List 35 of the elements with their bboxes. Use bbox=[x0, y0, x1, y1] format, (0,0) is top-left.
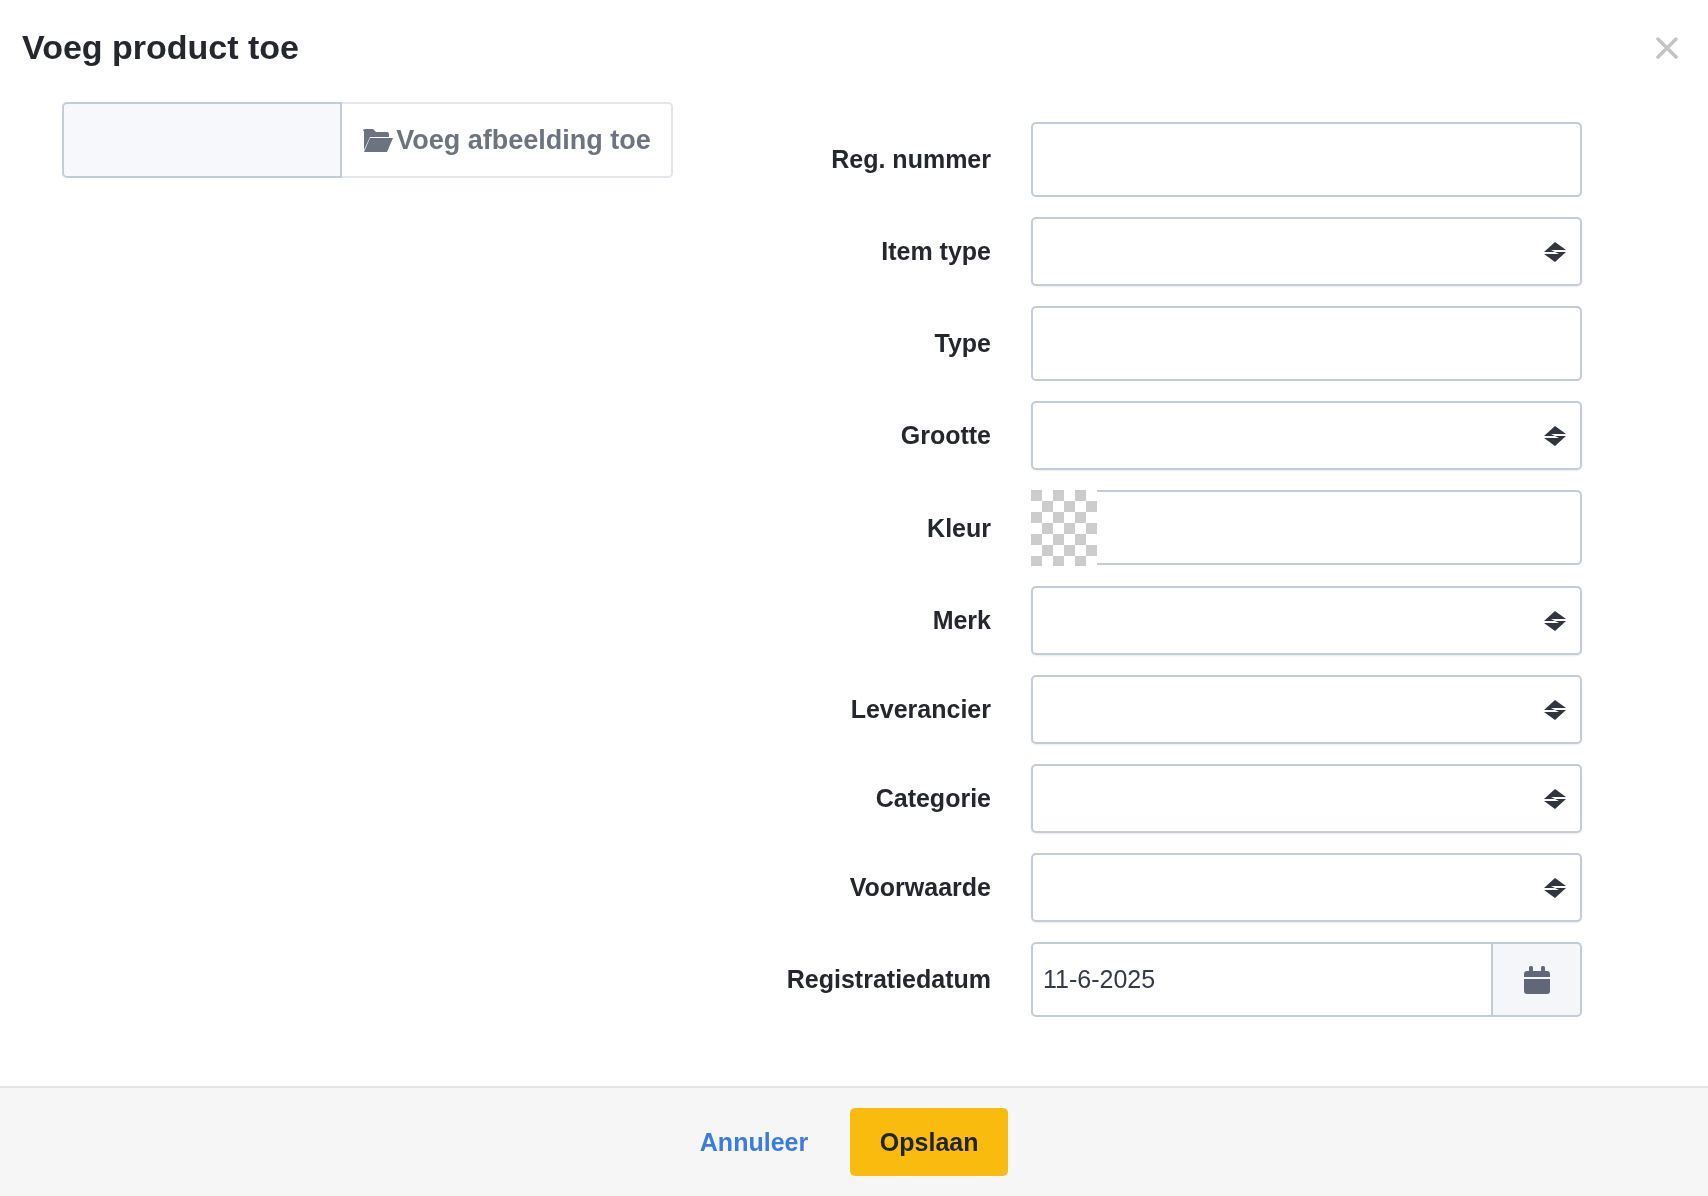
text-field[interactable] bbox=[1031, 122, 1582, 197]
field-label: Voorwaarde bbox=[848, 873, 992, 902]
sort-icon bbox=[1544, 699, 1566, 720]
save-button[interactable]: Opslaan bbox=[850, 1108, 1009, 1176]
text-field[interactable] bbox=[1031, 306, 1582, 381]
sort-icon bbox=[1544, 877, 1566, 898]
color-swatch[interactable] bbox=[1031, 490, 1097, 566]
folder-icon bbox=[362, 127, 395, 153]
add-image-button[interactable]: Voeg afbeelding toe bbox=[342, 102, 673, 178]
select-field[interactable] bbox=[1031, 764, 1582, 833]
date-field[interactable]: 11-6-2025 bbox=[1031, 942, 1493, 1017]
sort-icon bbox=[1544, 425, 1566, 446]
color-field[interactable] bbox=[1097, 490, 1582, 565]
field-label: Leverancier bbox=[849, 695, 992, 724]
field-label: Merk bbox=[931, 606, 992, 635]
field-label: Registratiedatum bbox=[785, 965, 992, 994]
dialog-title: Voeg product toe bbox=[22, 28, 300, 67]
field-label: Grootte bbox=[899, 421, 992, 450]
select-field[interactable] bbox=[1031, 217, 1582, 286]
select-field[interactable] bbox=[1031, 675, 1582, 744]
select-field[interactable] bbox=[1031, 586, 1582, 655]
sort-icon bbox=[1544, 610, 1566, 631]
field-label: Categorie bbox=[874, 784, 992, 813]
field-label: Reg. nummer bbox=[830, 145, 992, 174]
field-label: Kleur bbox=[926, 513, 992, 543]
sort-icon bbox=[1544, 788, 1566, 809]
select-field[interactable] bbox=[1031, 853, 1582, 922]
cancel-link[interactable]: Annuleer bbox=[699, 1127, 809, 1157]
close-icon[interactable] bbox=[1656, 36, 1678, 59]
field-label: Item type bbox=[880, 237, 992, 266]
select-field[interactable] bbox=[1031, 401, 1582, 470]
calendar-icon bbox=[1523, 965, 1550, 994]
calendar-button[interactable] bbox=[1493, 942, 1582, 1017]
sort-icon bbox=[1544, 241, 1566, 262]
field-label: Type bbox=[933, 329, 992, 358]
